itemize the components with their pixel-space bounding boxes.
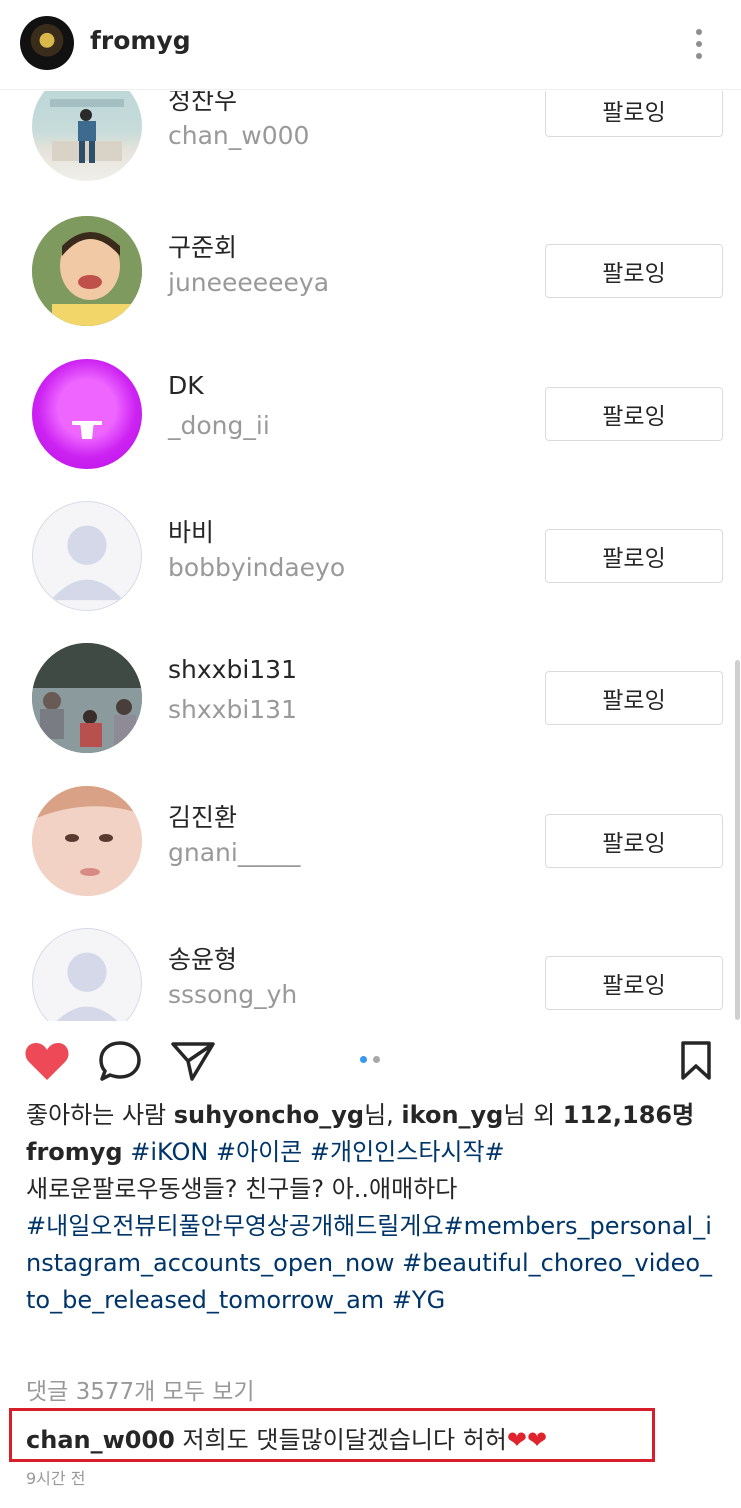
likes-separator: 님, bbox=[364, 1101, 402, 1129]
view-all-comments-link[interactable]: 댓글 3577개 모두 보기 bbox=[26, 1372, 255, 1406]
following-button[interactable]: 팔로잉 bbox=[545, 671, 723, 725]
caption-author[interactable]: fromyg bbox=[26, 1138, 123, 1166]
list-item-handle: juneeeeeeya bbox=[168, 268, 330, 297]
heart-emoji-icon: ❤❤ bbox=[506, 1426, 548, 1454]
list-item: 구준회 juneeeeeeya 팔로잉 bbox=[0, 216, 741, 358]
list-item-name: 송윤형 bbox=[168, 945, 238, 974]
post-caption: 좋아하는 사람 suhyoncho_yg님, ikon_yg님 외 112,18… bbox=[26, 1097, 716, 1319]
send-icon[interactable] bbox=[170, 1040, 216, 1082]
comment-icon[interactable] bbox=[98, 1040, 142, 1082]
header-avatar[interactable] bbox=[20, 16, 74, 70]
likes-line: 좋아하는 사람 suhyoncho_yg님, ikon_yg님 외 112,18… bbox=[26, 1097, 716, 1134]
default-avatar-icon[interactable] bbox=[32, 501, 142, 611]
comment-item: chan_w000 저희도 댓들많이달겠습니다 허허❤❤ bbox=[26, 1420, 547, 1455]
list-item-name: 구준회 bbox=[168, 233, 238, 262]
avatar[interactable] bbox=[32, 643, 142, 753]
more-vertical-icon[interactable] bbox=[688, 26, 710, 62]
list-item: 김진환 gnani_____ 팔로잉 bbox=[0, 786, 741, 928]
caption-text: 새로운팔로우동생들? 친구들? 아..애매하다 bbox=[26, 1175, 458, 1203]
list-item-handle: bobbyindaeyo bbox=[168, 553, 346, 582]
avatar[interactable] bbox=[32, 91, 142, 181]
list-item-handle: chan_w000 bbox=[168, 121, 310, 150]
following-button[interactable]: 팔로잉 bbox=[545, 387, 723, 441]
liker-username[interactable]: ikon_yg bbox=[401, 1101, 503, 1129]
scrollbar[interactable] bbox=[735, 660, 740, 1020]
post-header: fromyg bbox=[0, 0, 741, 90]
likes-separator: 님 외 bbox=[503, 1101, 563, 1129]
list-item-name: 정찬우 bbox=[168, 91, 238, 115]
list-item-handle: _dong_ii bbox=[168, 411, 270, 440]
caption-line: fromyg #iKON #아이콘 #개인인스타시작# bbox=[26, 1134, 716, 1171]
list-item-name: shxxbi131 bbox=[168, 655, 297, 684]
caption-hashtags[interactable]: #내일오전뷰티풀안무영상공개해드릴게요#members_personal_ins… bbox=[26, 1208, 716, 1319]
following-button[interactable]: 팔로잉 bbox=[545, 956, 723, 1010]
list-item-handle: shxxbi131 bbox=[168, 695, 297, 724]
post-actions bbox=[0, 1030, 741, 1090]
list-item-name: 바비 bbox=[168, 518, 215, 547]
post-timestamp: 9시간 전 bbox=[26, 1469, 86, 1488]
list-item: 바비 bobbyindaeyo 팔로잉 bbox=[0, 501, 741, 643]
follow-list: 정찬우 chan_w000 팔로잉 구준회 juneeeeeeya 팔로잉 DK bbox=[0, 91, 741, 1021]
comment-username[interactable]: chan_w000 bbox=[26, 1426, 175, 1454]
following-button[interactable]: 팔로잉 bbox=[545, 529, 723, 583]
list-item: 송윤형 sssong_yh 팔로잉 bbox=[0, 928, 741, 1021]
heart-filled-icon[interactable] bbox=[24, 1040, 70, 1082]
caption-hashtags[interactable]: #iKON #아이콘 #개인인스타시작# bbox=[123, 1138, 504, 1166]
likes-prefix: 좋아하는 사람 bbox=[26, 1101, 174, 1129]
likes-count[interactable]: 112,186명 bbox=[563, 1101, 694, 1129]
list-item: shxxbi131 shxxbi131 팔로잉 bbox=[0, 643, 741, 785]
following-button[interactable]: 팔로잉 bbox=[545, 244, 723, 298]
liker-username[interactable]: suhyoncho_yg bbox=[174, 1101, 364, 1129]
list-item-name: DK bbox=[168, 371, 204, 400]
list-item-handle: gnani_____ bbox=[168, 838, 301, 867]
list-item-handle: sssong_yh bbox=[168, 980, 298, 1009]
avatar[interactable] bbox=[32, 359, 142, 469]
list-item: DK _dong_ii 팔로잉 bbox=[0, 359, 741, 501]
following-button[interactable]: 팔로잉 bbox=[545, 91, 723, 137]
bookmark-icon[interactable] bbox=[680, 1040, 712, 1082]
avatar[interactable] bbox=[32, 786, 142, 896]
list-item: 정찬우 chan_w000 팔로잉 bbox=[0, 91, 741, 213]
default-avatar-icon[interactable] bbox=[32, 928, 142, 1021]
comment-text: 저희도 댓들많이달겠습니다 허허 bbox=[174, 1426, 507, 1454]
list-item-name: 김진환 bbox=[168, 803, 238, 832]
avatar[interactable] bbox=[32, 216, 142, 326]
following-button[interactable]: 팔로잉 bbox=[545, 814, 723, 868]
header-username[interactable]: fromyg bbox=[90, 26, 191, 55]
